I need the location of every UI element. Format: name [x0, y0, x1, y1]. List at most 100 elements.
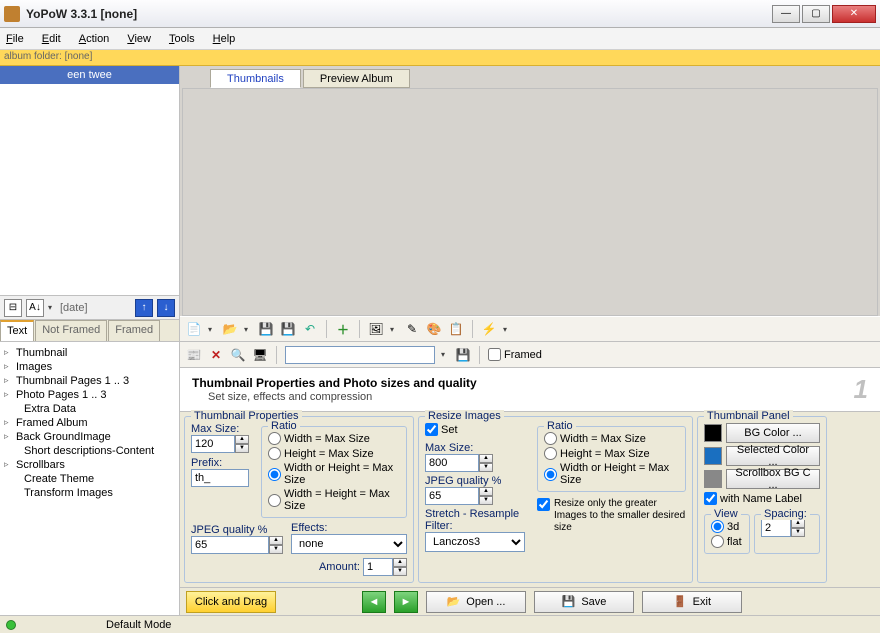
delete-x-icon[interactable]: ✕: [208, 347, 224, 363]
tp-ratio-height[interactable]: Height = Max Size: [268, 446, 400, 461]
next-button[interactable]: ►: [394, 591, 418, 613]
view-icon[interactable]: 🔍: [230, 347, 246, 363]
menu-action[interactable]: Action: [79, 33, 110, 45]
ri-jpeg-up[interactable]: ▲: [479, 487, 493, 496]
bg-color-button[interactable]: BG Color ...: [726, 423, 820, 443]
new-dropdown[interactable]: ▾: [208, 325, 216, 334]
move-down-icon[interactable]: ↓: [157, 299, 175, 317]
selected-color-button[interactable]: Selected Color ...: [726, 446, 820, 466]
ri-resizeonly-label: Resize only the greater Images to the sm…: [554, 498, 686, 534]
tree-bgimage[interactable]: Back GroundImage: [2, 430, 177, 444]
image-icon[interactable]: 🖼: [368, 321, 384, 337]
new-icon[interactable]: 📄: [186, 321, 202, 337]
tp-amount-down[interactable]: ▼: [393, 567, 407, 576]
tree-shortdesc[interactable]: Short descriptions-Content: [2, 444, 177, 458]
exit-button[interactable]: 🚪Exit: [642, 591, 742, 613]
tp-amount-input[interactable]: [363, 558, 393, 576]
monitor-icon[interactable]: 🖥: [252, 347, 268, 363]
ri-maxsize-input[interactable]: [425, 454, 479, 472]
tab-framed[interactable]: Framed: [108, 320, 160, 341]
image-dropdown[interactable]: ▾: [390, 325, 398, 334]
open-dropdown[interactable]: ▾: [244, 325, 252, 334]
tp-effects-select[interactable]: none: [291, 534, 407, 554]
tab-preview-album[interactable]: Preview Album: [303, 69, 410, 88]
prev-button[interactable]: ◄: [362, 591, 386, 613]
tp-prefix-input[interactable]: [191, 469, 249, 487]
save-path-icon[interactable]: 💾: [455, 347, 471, 363]
run-dropdown[interactable]: ▾: [503, 325, 511, 334]
menu-file[interactable]: File: [6, 33, 24, 45]
clipboard-icon[interactable]: 📋: [448, 321, 464, 337]
close-button[interactable]: ✕: [832, 5, 876, 23]
tp-ratio-weqh[interactable]: Width = Height = Max Size: [268, 487, 400, 513]
tree-photopages[interactable]: Photo Pages 1 .. 3: [2, 388, 177, 402]
ri-stretch-select[interactable]: Lanczos3: [425, 532, 525, 552]
ri-jpeg-down[interactable]: ▼: [479, 496, 493, 505]
ri-maxsize-up[interactable]: ▲: [479, 454, 493, 463]
save-button[interactable]: 💾Save: [534, 591, 634, 613]
with-name-label-checkbox[interactable]: with Name Label: [704, 492, 802, 505]
ri-set-checkbox[interactable]: Set: [425, 423, 458, 436]
tree-transform[interactable]: Transform Images: [2, 486, 177, 500]
menu-view[interactable]: View: [127, 33, 151, 45]
ri-maxsize-down[interactable]: ▼: [479, 463, 493, 472]
save-disk-icon[interactable]: 💾: [258, 321, 274, 337]
menu-tools[interactable]: Tools: [169, 33, 195, 45]
album-list[interactable]: een twee: [0, 66, 179, 296]
minimize-button[interactable]: —: [772, 5, 800, 23]
menu-edit[interactable]: Edit: [42, 33, 61, 45]
tree-createtheme[interactable]: Create Theme: [2, 472, 177, 486]
view-3d[interactable]: 3d: [711, 519, 743, 534]
sort-az-icon[interactable]: A↓: [26, 299, 44, 317]
ri-resizeonly-checkbox[interactable]: [537, 498, 550, 511]
add-icon[interactable]: ＋: [335, 321, 351, 337]
tree-images[interactable]: Images: [2, 360, 177, 374]
tree[interactable]: Thumbnail Images Thumbnail Pages 1 .. 3 …: [0, 342, 179, 615]
maximize-button[interactable]: ▢: [802, 5, 830, 23]
open-folder-icon[interactable]: 📂: [222, 321, 238, 337]
path-dropdown[interactable]: ▾: [441, 350, 449, 359]
tp-amount-up[interactable]: ▲: [393, 558, 407, 567]
saveall-icon[interactable]: 💾: [280, 321, 296, 337]
undo-icon[interactable]: ↶: [302, 321, 318, 337]
tree-thumbnail[interactable]: Thumbnail: [2, 346, 177, 360]
tab-not-framed[interactable]: Not Framed: [35, 320, 107, 341]
framed-checkbox[interactable]: Framed: [488, 348, 542, 361]
tab-text[interactable]: Text: [0, 320, 34, 341]
sort-dropdown[interactable]: ▾: [48, 303, 56, 312]
tp-jpeg-down[interactable]: ▼: [269, 545, 283, 554]
menu-help[interactable]: Help: [213, 33, 236, 45]
ri-jpeg-input[interactable]: [425, 487, 479, 505]
tree-extradata[interactable]: Extra Data: [2, 402, 177, 416]
album-item[interactable]: een twee: [0, 66, 179, 84]
lightning-icon[interactable]: ⚡: [481, 321, 497, 337]
ri-ratio-width[interactable]: Width = Max Size: [544, 431, 679, 446]
tool-doc-icon[interactable]: 📰: [186, 347, 202, 363]
tree-toggle-icon[interactable]: ⊟: [4, 299, 22, 317]
tab-thumbnails[interactable]: Thumbnails: [210, 69, 301, 88]
ri-ratio-wh[interactable]: Width or Height = Max Size: [544, 461, 679, 487]
tree-scrollbars[interactable]: Scrollbars: [2, 458, 177, 472]
spacing-input[interactable]: [761, 519, 791, 537]
spacing-up[interactable]: ▲: [791, 519, 805, 528]
edit-pencil-icon[interactable]: ✎: [404, 321, 420, 337]
ri-ratio-height[interactable]: Height = Max Size: [544, 446, 679, 461]
colors-icon[interactable]: 🎨: [426, 321, 442, 337]
tp-ratio-wh[interactable]: Width or Height = Max Size: [268, 461, 400, 487]
tp-maxsize-up[interactable]: ▲: [235, 435, 249, 444]
tp-maxsize-input[interactable]: [191, 435, 235, 453]
click-and-drag-button[interactable]: Click and Drag: [186, 591, 276, 613]
tp-jpeg-input[interactable]: [191, 536, 269, 554]
tree-thumbpages[interactable]: Thumbnail Pages 1 .. 3: [2, 374, 177, 388]
path-input[interactable]: [285, 346, 435, 364]
tp-maxsize-down[interactable]: ▼: [235, 444, 249, 453]
view-flat[interactable]: flat: [711, 534, 743, 549]
spacing-down[interactable]: ▼: [791, 528, 805, 537]
open-button[interactable]: 📂Open ...: [426, 591, 526, 613]
tree-framedalbum[interactable]: Framed Album: [2, 416, 177, 430]
right-tabs: Thumbnails Preview Album: [180, 66, 880, 88]
tp-jpeg-up[interactable]: ▲: [269, 536, 283, 545]
tp-ratio-width[interactable]: Width = Max Size: [268, 431, 400, 446]
move-up-icon[interactable]: ↑: [135, 299, 153, 317]
scrollbox-bg-button[interactable]: Scrollbox BG C ...: [726, 469, 820, 489]
